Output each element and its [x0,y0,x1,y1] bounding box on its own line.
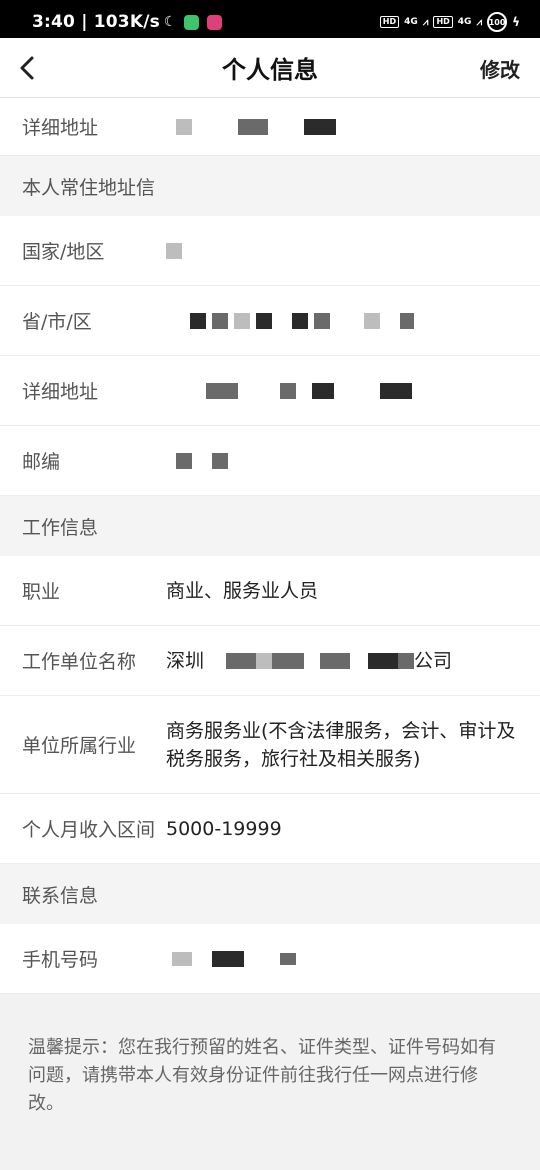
occupation-value: 商业、服务业人员 [166,579,319,602]
employer-prefix: 深圳 [166,649,205,672]
status-indicators: HD 4G ⩘ HD 4G ⩘ 100 ϟ [379,12,520,32]
section-title: 本人常住地址信 [22,176,156,199]
network-label-2: 4G [457,17,472,27]
row-label: 省/市/区 [22,311,92,333]
edit-button[interactable]: 修改 [480,54,520,83]
signal-icon-2: ⩘ [476,16,483,28]
row-label: 详细地址 [22,117,99,139]
hd-badge-2: HD [433,16,453,28]
back-button[interactable] [14,52,42,84]
charging-icon: ϟ [512,15,520,29]
battery-icon: 100 [487,12,508,32]
redacted-value [166,237,182,265]
row-label: 工作单位名称 [22,651,137,673]
status-time: 3:40 | 103K/s [32,12,160,32]
redacted-value [166,447,229,475]
income-value: 5000-19999 [166,817,282,840]
redacted-value [166,377,413,405]
app-notification-icon [184,14,200,30]
employer-suffix: 公司 [414,649,453,672]
section-title: 工作信息 [22,516,99,539]
app-notification-icon-2 [207,14,223,30]
section-title: 联系信息 [22,884,99,907]
row-occupation: 职业 商业、服务业人员 [0,556,540,626]
warm-tip: 温馨提示：您在我行预留的姓名、证件类型、证件号码如有问题，请携带本人有效身份证件… [28,1037,496,1114]
row-label: 邮编 [22,451,61,473]
hd-badge: HD [379,16,400,28]
moon-icon: ☾ [163,14,177,30]
row-country: 国家/地区 [0,216,540,286]
chevron-left-icon [20,56,34,80]
nav-bar: 个人信息 修改 [0,38,540,98]
redacted-value [166,113,337,141]
redacted-value [166,307,415,335]
info-list: 详细地址 本人常住地址信 国家/地区 省/市/区 详细地址 邮编 工作信息 职业… [0,98,540,994]
row-phone: 手机号码 [0,924,540,994]
row-address-detail: 详细地址 [0,356,540,426]
row-province: 省/市/区 [0,286,540,356]
row-label: 国家/地区 [22,241,105,263]
row-label: 手机号码 [22,949,99,971]
employer-value: 深圳 公司 [166,647,452,675]
industry-value: 商务服务业(不含法律服务，会计、审计及税务服务，旅行社及相关服务) [166,719,516,770]
row-label: 职业 [22,581,61,603]
row-employer: 工作单位名称 深圳 公司 [0,626,540,696]
section-work-info: 工作信息 [0,496,540,556]
row-label: 单位所属行业 [22,735,137,757]
row-income: 个人月收入区间 5000-19999 [0,794,540,864]
row-postcode: 邮编 [0,426,540,496]
signal-icon: ⩘ [422,16,429,28]
row-label: 详细地址 [22,381,99,403]
row-address-detail-top: 详细地址 [0,98,540,156]
row-label: 个人月收入区间 [22,819,156,841]
section-residence-address: 本人常住地址信 [0,156,540,216]
page-title: 个人信息 [222,56,318,84]
redacted-value [166,945,297,973]
network-label: 4G [404,17,418,27]
row-industry: 单位所属行业 商务服务业(不含法律服务，会计、审计及税务服务，旅行社及相关服务) [0,696,540,794]
section-contact-info: 联系信息 [0,864,540,924]
